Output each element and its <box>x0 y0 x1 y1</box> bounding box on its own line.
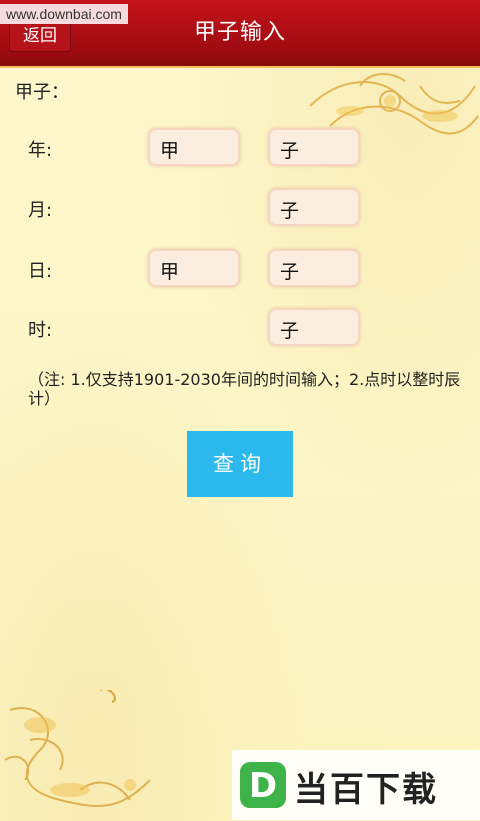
month-label: 月: <box>28 200 53 221</box>
day-stem-select[interactable]: 甲 <box>148 249 240 287</box>
logo-text: 当百下载 <box>294 770 438 810</box>
hour-branch-value: 子 <box>280 320 300 342</box>
site-logo: D 当百下载 <box>232 750 480 820</box>
year-stem-select[interactable]: 甲 <box>148 128 240 166</box>
year-branch-value: 子 <box>280 140 300 162</box>
day-branch-select[interactable]: 子 <box>268 249 360 287</box>
day-label: 日: <box>28 261 53 282</box>
logo-mark-icon: D <box>240 762 286 808</box>
hour-label: 时: <box>28 320 53 341</box>
month-branch-select[interactable]: 子 <box>268 188 360 226</box>
usage-note: （注: 1.仅支持1901-2030年间的时间输入；2.点时以整时辰计） <box>28 370 461 408</box>
watermark-text: www.downbai.com <box>0 4 128 24</box>
month-branch-value: 子 <box>280 200 300 222</box>
day-stem-value: 甲 <box>160 261 180 283</box>
dragon-decoration-icon <box>4 690 151 807</box>
year-branch-select[interactable]: 子 <box>268 128 360 166</box>
section-label: 甲子： <box>15 82 69 103</box>
day-branch-value: 子 <box>280 261 300 283</box>
year-stem-value: 甲 <box>160 140 180 162</box>
query-button[interactable]: 查询 <box>187 431 293 497</box>
year-label: 年: <box>28 140 53 161</box>
hour-branch-select[interactable]: 子 <box>268 308 360 346</box>
